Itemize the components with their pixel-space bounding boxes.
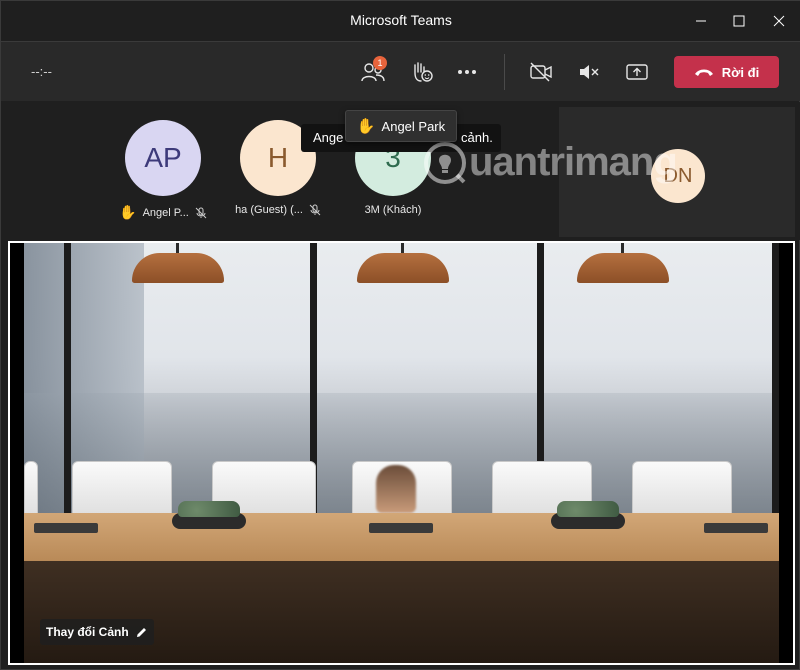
maximize-button[interactable]	[719, 1, 759, 41]
raised-hand-icon: ✋	[356, 118, 376, 135]
participants-strip: AP ✋ Angel P... H ha (Guest) (... 3 3M (…	[1, 102, 800, 240]
participant-name: ha (Guest) (...	[235, 204, 303, 216]
pendant-lamp	[577, 243, 669, 283]
watermark-text: uantrimang	[469, 140, 678, 184]
participant-name-row: ✋ Angel P...	[108, 204, 218, 221]
table-plant	[551, 501, 625, 531]
toolbar-divider	[504, 54, 505, 90]
call-timer: --:--	[31, 64, 52, 79]
table-front	[24, 561, 779, 663]
mic-toggle-button[interactable]	[573, 56, 605, 88]
window-frame	[64, 243, 71, 533]
conference-table	[24, 513, 779, 561]
table-plant	[172, 501, 246, 531]
mic-muted-icon	[580, 65, 599, 79]
camera-toggle-button[interactable]	[525, 56, 557, 88]
share-screen-icon	[626, 64, 648, 80]
participant-tooltip: ✋ Angel Park	[345, 110, 457, 142]
lightbulb-logo-icon	[424, 141, 466, 184]
close-button[interactable]	[759, 1, 799, 41]
participant-name-row: 3M (Khách)	[338, 204, 448, 216]
pendant-lamp	[357, 243, 449, 283]
call-toolbar: --:-- 1 Rời đi	[1, 41, 800, 101]
window-frame	[772, 243, 779, 533]
main-video-stage[interactable]: Thay đổi Cảnh	[8, 241, 795, 665]
table-port	[34, 523, 98, 533]
notification-text-start: Ange	[313, 130, 344, 145]
change-scene-button[interactable]: Thay đổi Cảnh	[40, 619, 154, 645]
change-scene-label: Thay đổi Cảnh	[46, 625, 129, 639]
tooltip-text: Angel Park	[381, 118, 446, 134]
more-icon	[458, 70, 476, 74]
participant-name: 3M (Khách)	[364, 204, 422, 216]
more-options-button[interactable]	[451, 56, 483, 88]
leave-button[interactable]: Rời đi	[674, 56, 779, 88]
title-bar: Microsoft Teams	[1, 1, 800, 41]
background-scene	[24, 243, 779, 663]
close-icon	[773, 15, 785, 27]
mic-off-icon	[195, 207, 207, 218]
teams-window: Microsoft Teams --:-- 1 Rời đi AP ✋ Ange…	[0, 0, 800, 670]
participants-badge: 1	[373, 56, 387, 70]
raised-hand-icon: ✋	[119, 204, 137, 220]
maximize-icon	[733, 15, 745, 27]
camera-off-icon	[530, 62, 552, 82]
participant-name: Angel P...	[142, 206, 189, 219]
raise-hand-button[interactable]	[405, 56, 437, 88]
participant-video-seat	[376, 465, 416, 513]
watermark: uantrimang	[423, 140, 678, 185]
table-port	[704, 523, 768, 533]
participant-tile-angel[interactable]: AP ✋ Angel P...	[108, 120, 218, 221]
mic-off-icon	[309, 204, 321, 216]
table-port	[369, 523, 433, 533]
minimize-icon	[696, 20, 706, 22]
raise-hand-icon	[414, 62, 433, 82]
leave-label: Rời đi	[721, 64, 760, 80]
pendant-lamp	[132, 243, 224, 283]
share-screen-button[interactable]	[621, 56, 653, 88]
participants-button[interactable]: 1	[357, 56, 389, 88]
pencil-icon	[136, 627, 146, 637]
phone-hangup-icon	[694, 69, 713, 76]
minimize-button[interactable]	[681, 1, 721, 41]
participant-name-row: ha (Guest) (...	[223, 204, 333, 216]
avatar: AP	[125, 120, 201, 196]
